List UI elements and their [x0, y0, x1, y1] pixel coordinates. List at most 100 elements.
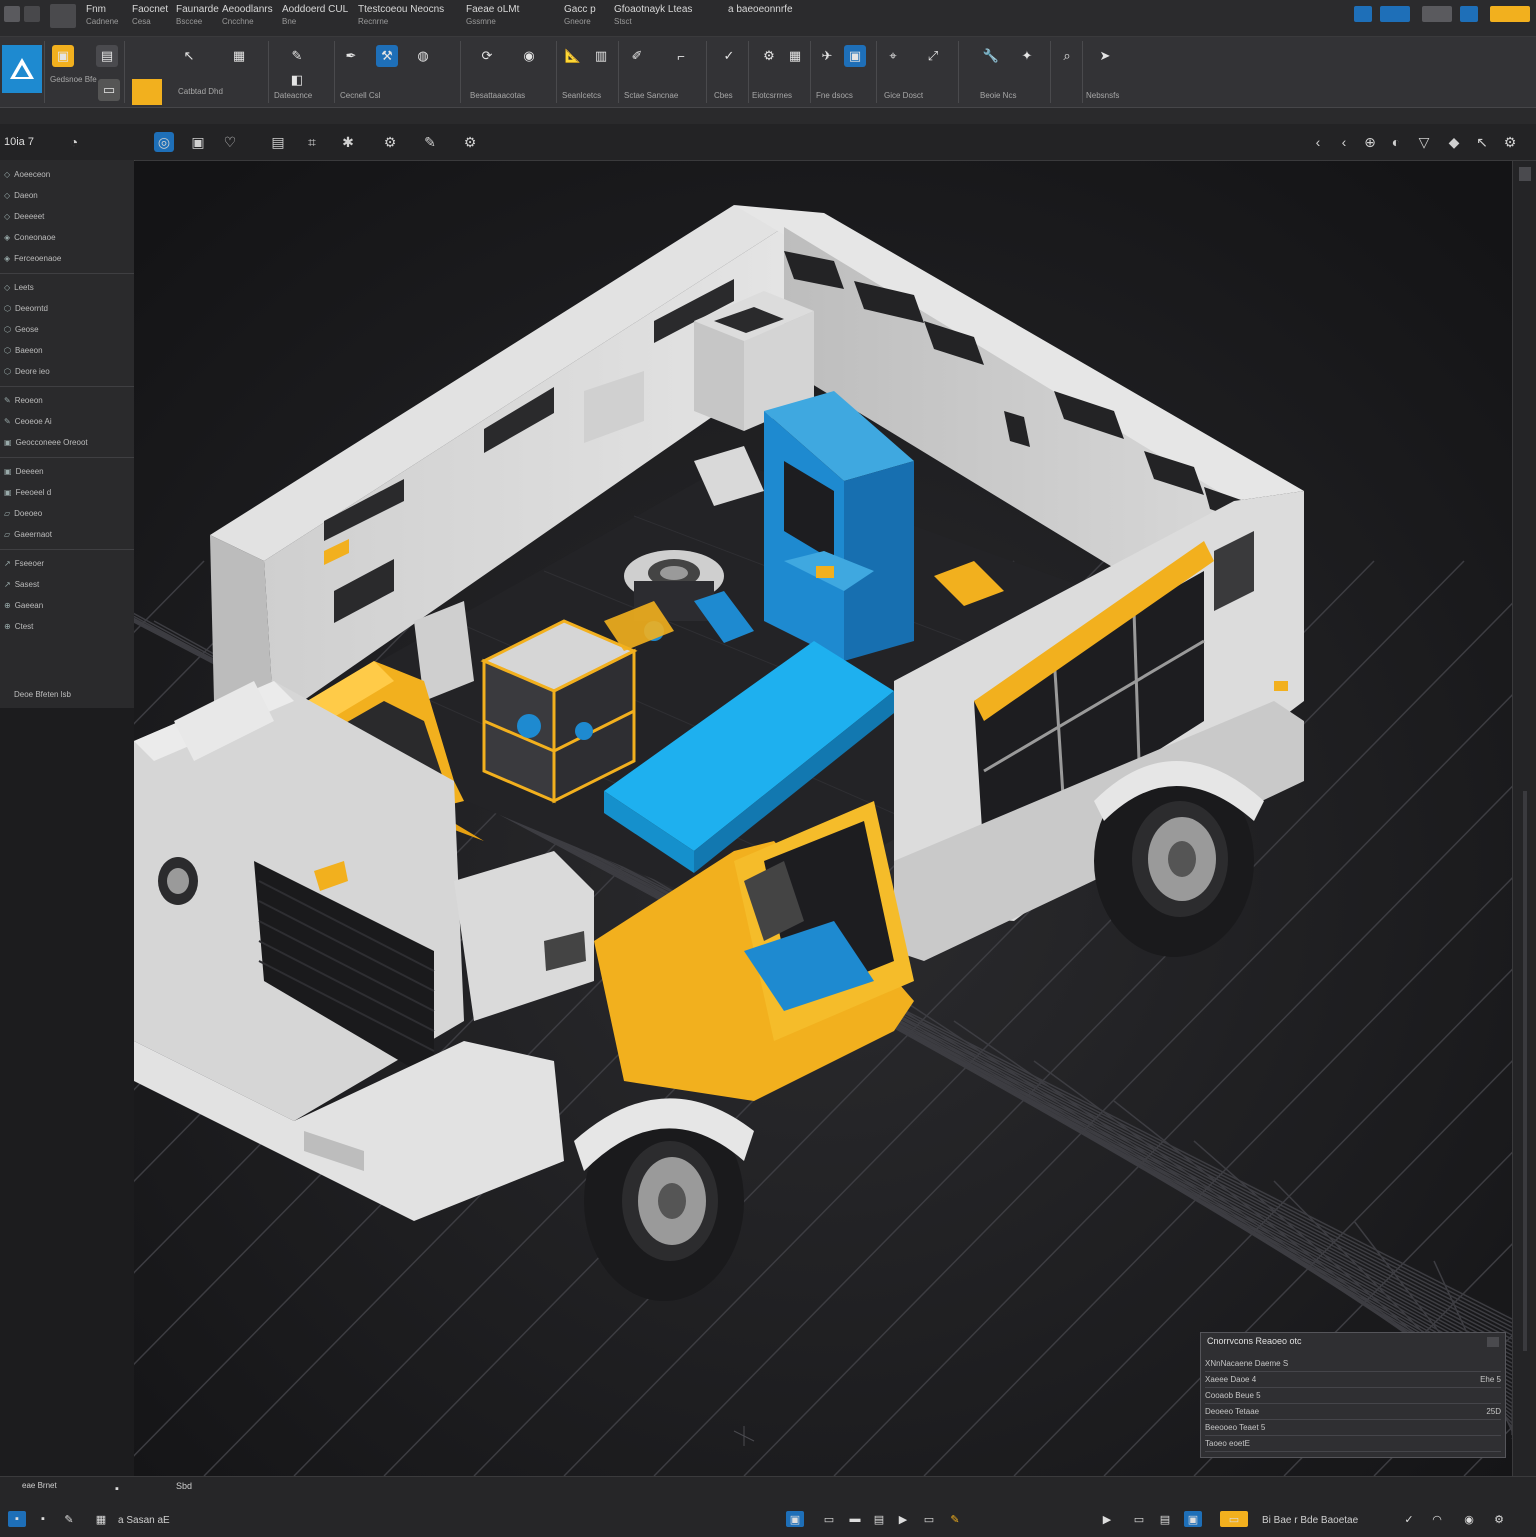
tree-item[interactable]: ◇ Leets	[4, 279, 130, 295]
menu-assembly[interactable]: Ttestcoeou Neocns Recnrne	[358, 4, 444, 26]
menu-tools[interactable]: Aoddoerd CUL Bne	[282, 4, 348, 26]
wrench-icon[interactable]: ⚒	[376, 45, 398, 67]
tree-item[interactable]: ⬡ Deore ieo	[4, 363, 130, 379]
home-icon[interactable]: ‹	[1334, 132, 1354, 152]
menu-help[interactable]: a baeoeonnrfe	[728, 4, 793, 17]
tree-item[interactable]: ▣ Deeeen	[4, 463, 130, 479]
folder-icon[interactable]: ▭	[98, 79, 120, 101]
highlight-tool-button[interactable]	[132, 79, 162, 105]
sketch-icon[interactable]: ▣	[52, 45, 74, 67]
minimize-icon[interactable]	[1354, 6, 1372, 22]
status-small-icon[interactable]: ▪	[108, 1481, 126, 1497]
quick-access-icon[interactable]	[24, 6, 40, 22]
image-icon[interactable]: ▣	[844, 45, 866, 67]
tree-item[interactable]: ▱ Gaeernaot	[4, 526, 130, 542]
pen-icon[interactable]: ✒	[340, 45, 362, 67]
cloud-icon[interactable]: ◠	[1428, 1511, 1446, 1527]
window-icon[interactable]: ▭	[1130, 1511, 1148, 1527]
workspace-icon[interactable]: ▭	[1220, 1511, 1248, 1527]
tree-item[interactable]: ⬡ Baeeon	[4, 342, 130, 358]
frame-icon[interactable]: ▭	[920, 1511, 938, 1527]
polar-icon[interactable]: ▬	[846, 1511, 864, 1527]
new-file-icon[interactable]	[50, 4, 76, 28]
globe-icon[interactable]: ◍	[412, 45, 434, 67]
menu-file[interactable]: Fnm Cadnene	[86, 4, 118, 26]
select-icon[interactable]: ◔	[64, 132, 84, 152]
camera-icon[interactable]: ◉	[518, 45, 540, 67]
options-icon[interactable]: ⚙	[1500, 132, 1520, 152]
viewport-side-scroll[interactable]	[1512, 161, 1536, 1476]
restore-icon[interactable]	[1380, 6, 1410, 22]
property-row[interactable]: Cooaob Beue 5	[1205, 1387, 1501, 1404]
3d-viewport[interactable]	[134, 161, 1512, 1476]
app-icon[interactable]	[4, 6, 20, 22]
tree-item[interactable]: ↗ Fseeoer	[4, 555, 130, 571]
close-icon[interactable]	[1490, 6, 1530, 22]
help-icon[interactable]	[1422, 6, 1452, 22]
doc-icon[interactable]: ▤	[1156, 1511, 1174, 1527]
track-icon[interactable]: ▤	[870, 1511, 888, 1527]
tree-item[interactable]: ✎ Ceoeoe Ai	[4, 413, 130, 429]
tree-item[interactable]: ◇ Aoeeceon	[4, 166, 130, 182]
sun-icon[interactable]: ✱	[338, 132, 358, 152]
zoom-label[interactable]: 10ia 7	[4, 136, 34, 148]
tree-item[interactable]: ◈ Ferceoenaoe	[4, 250, 130, 266]
pan-icon[interactable]: ▣	[188, 132, 208, 152]
view-icon[interactable]: ⊕	[1360, 132, 1380, 152]
tree-item[interactable]: ✎ Reoeon	[4, 392, 130, 408]
menu-insert[interactable]: Aeoodlanrs Cncchne	[222, 4, 273, 26]
scroll-track[interactable]	[1523, 791, 1527, 1351]
tree-item[interactable]: ⬡ Geose	[4, 321, 130, 337]
settings-icon[interactable]: ⚙	[758, 45, 780, 67]
properties-close-icon[interactable]	[1487, 1337, 1499, 1347]
refresh-icon[interactable]: ⟳	[476, 45, 498, 67]
layers-icon[interactable]: ▤	[96, 45, 118, 67]
highlight-icon[interactable]: ✎	[946, 1511, 964, 1527]
property-row[interactable]: Deoeeo Tetaae 25D	[1205, 1403, 1501, 1420]
shade-icon[interactable]: ◐	[1386, 132, 1406, 152]
menu-analysis[interactable]: Faeae oLMt Gssmne	[466, 4, 519, 26]
check-icon[interactable]: ✓	[718, 45, 740, 67]
cursor-icon[interactable]: ↖	[178, 45, 200, 67]
wrench2-icon[interactable]: 🔧	[980, 45, 1002, 67]
star-icon[interactable]: ✦	[1016, 45, 1038, 67]
menu-window[interactable]: Gfoaotnayk Lteas Stsct	[614, 4, 692, 26]
scale-icon[interactable]: ⤢	[922, 45, 944, 67]
tree-item[interactable]: ⊕ Ctest	[4, 618, 130, 634]
brush-icon[interactable]: ✐	[626, 45, 648, 67]
tree-item[interactable]: ▣ Geocconeee Oreoot	[4, 434, 130, 450]
ortho-icon[interactable]: ▭	[820, 1511, 838, 1527]
back-icon[interactable]: ‹	[1308, 132, 1328, 152]
property-row[interactable]: Beeooeo Teaet 5	[1205, 1419, 1501, 1436]
tree-item[interactable]: ◇ Daeon	[4, 187, 130, 203]
plane-icon[interactable]: ✈	[816, 45, 838, 67]
target-icon[interactable]: ⌖	[882, 45, 904, 67]
grid-icon[interactable]: ▦	[784, 45, 806, 67]
status-home-icon[interactable]: ▪	[8, 1511, 26, 1527]
menu-view[interactable]: Faunarde Bsccee	[176, 4, 219, 26]
play-icon[interactable]: ▶	[894, 1511, 912, 1527]
settings-icon[interactable]	[1460, 6, 1478, 22]
status-grid-icon[interactable]: ▦	[92, 1511, 110, 1527]
table-icon[interactable]: ▥	[590, 45, 612, 67]
edit-icon[interactable]: ✎	[286, 45, 308, 67]
tree-item[interactable]: ◇ Deeeeet	[4, 208, 130, 224]
settings-tool-icon[interactable]: ⚙	[460, 132, 480, 152]
status-layer-icon[interactable]: ▪	[34, 1511, 52, 1527]
user-icon[interactable]: ◉	[1460, 1511, 1478, 1527]
light-icon[interactable]: ▽	[1414, 132, 1434, 152]
ruler-icon[interactable]: 📐	[562, 45, 584, 67]
measure-icon[interactable]: ⌐	[670, 45, 692, 67]
tree-item[interactable]: ⬡ Deeorntd	[4, 300, 130, 316]
clip-icon[interactable]: ◆	[1444, 132, 1464, 152]
orbit-icon[interactable]: ◎	[154, 132, 174, 152]
gear-icon[interactable]: ⚙	[380, 132, 400, 152]
view-cube-icon[interactable]: ▣	[1184, 1511, 1202, 1527]
tree-item[interactable]: ⊕ Gaeean	[4, 597, 130, 613]
tree-item[interactable]: ↗ Sasest	[4, 576, 130, 592]
snap-icon[interactable]: ▣	[786, 1511, 804, 1527]
scroll-up-icon[interactable]	[1519, 167, 1531, 181]
property-row[interactable]: XNnNacaene Daeme S	[1205, 1355, 1501, 1372]
pick-icon[interactable]: ↖	[1472, 132, 1492, 152]
brush-tool-icon[interactable]: ✎	[420, 132, 440, 152]
